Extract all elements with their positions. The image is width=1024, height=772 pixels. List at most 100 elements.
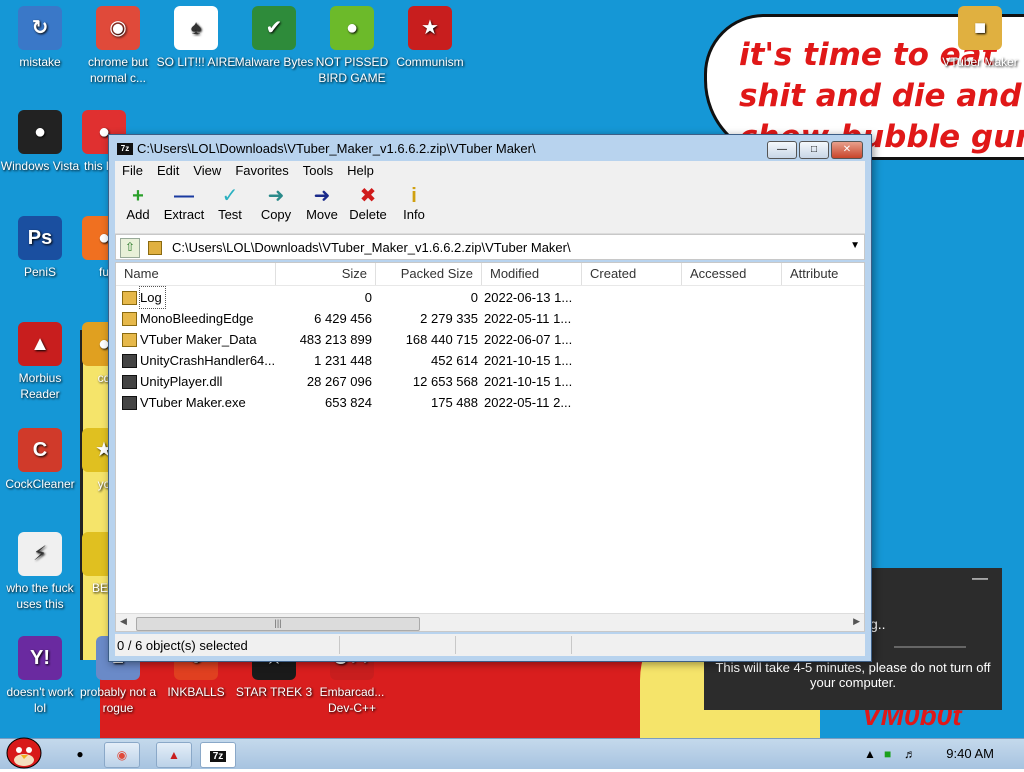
table-row[interactable]: UnityPlayer.dll 28 267 096 12 653 568 2021-… xyxy=(116,371,864,392)
info-icon: i xyxy=(411,185,417,207)
file-size: 653 824 xyxy=(325,395,372,410)
column-modified[interactable]: Modified xyxy=(482,263,582,285)
desktop-icon-label: doesn't work lol xyxy=(6,685,74,715)
scroll-left-icon[interactable]: ◀ xyxy=(120,616,127,627)
desktop-icon[interactable]: ■ VTuber Maker xyxy=(940,6,1020,70)
file-packed-size: 452 614 xyxy=(431,353,478,368)
info-button[interactable]: i Info xyxy=(391,185,437,222)
info-label: Info xyxy=(403,207,425,222)
menu-edit[interactable]: Edit xyxy=(150,161,186,180)
column-name[interactable]: Name xyxy=(116,263,276,285)
menu-tools[interactable]: Tools xyxy=(296,161,340,180)
desktop-icon-label: INKBALLS xyxy=(167,685,225,699)
file-modified: 2022-06-07 1... xyxy=(484,332,573,347)
file-modified: 2022-06-13 1... xyxy=(484,290,573,305)
desktop-icon[interactable]: ♠ SO LIT!!! AIRE xyxy=(156,6,236,70)
column-created[interactable]: Created xyxy=(582,263,682,285)
folder-up-icon[interactable]: ⇧ xyxy=(120,238,140,258)
app-icon: Ps xyxy=(18,216,62,260)
start-button[interactable] xyxy=(4,733,44,769)
status-bar: 0 / 6 object(s) selected xyxy=(115,634,865,656)
taskbar-winrar-icon[interactable]: ▲ xyxy=(156,742,192,768)
desktop-icon[interactable]: ◉ chrome but normal c... xyxy=(78,6,158,86)
file-packed-size: 12 653 568 xyxy=(412,374,478,389)
desktop-icon-label: probably not a rogue xyxy=(79,685,157,715)
status-divider xyxy=(339,636,340,654)
column-attributes[interactable]: Attribute xyxy=(782,263,864,285)
minimize-icon[interactable]: — xyxy=(972,570,988,588)
file-name: UnityPlayer.dll xyxy=(140,374,223,389)
column-size[interactable]: Size xyxy=(276,263,376,285)
selection-status: 0 / 6 object(s) selected xyxy=(117,638,248,653)
add-button[interactable]: + Add xyxy=(115,185,161,222)
menu-favorites[interactable]: Favorites xyxy=(228,161,295,180)
test-label: Test xyxy=(218,207,242,222)
extract-button[interactable]: — Extract xyxy=(161,185,207,222)
minimize-button[interactable]: — xyxy=(767,141,797,159)
7zip-app-icon: 7z xyxy=(117,143,133,155)
show-hidden-icons-icon[interactable]: ▲ xyxy=(864,747,876,761)
file-list: Name Size Packed Size Modified Created A… xyxy=(115,262,865,632)
table-row[interactable]: VTuber Maker_Data 483 213 899 168 440 715 2… xyxy=(116,329,864,350)
file-name: VTuber Maker_Data xyxy=(140,332,257,347)
toolbar: + Add — Extract ✓ Test ➜ Copy ➜ Move ✖ D… xyxy=(115,181,865,234)
desktop-icon[interactable]: ● NOT PISSED BIRD GAME xyxy=(312,6,392,86)
menu-file[interactable]: File xyxy=(115,161,150,180)
desktop-icon-label: NOT PISSED BIRD GAME xyxy=(315,55,389,85)
scroll-thumb[interactable]: ||| xyxy=(136,617,420,631)
status-divider xyxy=(571,636,572,654)
folder-icon xyxy=(122,291,137,305)
status-divider xyxy=(455,636,456,654)
file-icon xyxy=(122,396,137,410)
desktop-icon[interactable]: Y! doesn't work lol xyxy=(0,636,80,716)
test-button[interactable]: ✓ Test xyxy=(207,185,253,222)
volume-icon[interactable]: ♬ xyxy=(904,747,916,761)
taskbar-chrome-icon[interactable]: ◉ xyxy=(104,742,140,768)
app-icon: ✔ xyxy=(252,6,296,50)
move-icon: ➜ xyxy=(313,185,331,207)
7zip-window: 7z C:\Users\LOL\Downloads\VTuber_Maker_v… xyxy=(108,134,872,662)
address-bar[interactable]: ⇧ C:\Users\LOL\Downloads\VTuber_Maker_v1… xyxy=(115,234,865,260)
menu-help[interactable]: Help xyxy=(340,161,381,180)
app-icon: C xyxy=(18,428,62,472)
file-size: 0 xyxy=(364,290,372,305)
desktop-icon[interactable]: ★ Communism xyxy=(390,6,470,70)
app-icon: ↻ xyxy=(18,6,62,50)
delete-button[interactable]: ✖ Delete xyxy=(345,185,391,222)
app-icon: ▲ xyxy=(18,322,62,366)
horizontal-scrollbar[interactable]: ◀ ||| ▶ xyxy=(116,613,864,631)
column-accessed[interactable]: Accessed xyxy=(682,263,782,285)
taskbar-7zip-icon[interactable]: 7z xyxy=(200,742,236,768)
desktop-icon[interactable]: ✔ Malware Bytes xyxy=(234,6,314,70)
desktop-icon-label: Malware Bytes xyxy=(234,55,314,69)
notification-partial-text: g.. xyxy=(870,616,886,632)
column-packed-size[interactable]: Packed Size xyxy=(376,263,482,285)
close-button[interactable]: ✕ xyxy=(831,141,863,159)
maximize-button[interactable]: □ xyxy=(799,141,829,159)
extract-label: Extract xyxy=(163,207,205,222)
delete-icon: ✖ xyxy=(359,185,377,207)
desktop-icon-label: VTuber Maker xyxy=(942,55,1018,69)
clock[interactable]: 9:40 AM xyxy=(946,746,994,761)
network-icon[interactable]: ■ xyxy=(884,747,891,761)
address-path[interactable]: C:\Users\LOL\Downloads\VTuber_Maker_v1.6… xyxy=(172,240,571,255)
menu-view[interactable]: View xyxy=(186,161,228,180)
folder-icon xyxy=(122,312,137,326)
table-row[interactable]: Log 0 0 2022-06-13 1... xyxy=(116,286,864,309)
system-tray: ▲ ■ ♬ 9:40 AM xyxy=(854,739,1024,769)
app-icon: Y! xyxy=(18,636,62,680)
chevron-down-icon[interactable]: ▼ xyxy=(850,240,860,251)
desktop-icon[interactable]: ↻ mistake xyxy=(0,6,80,70)
app-icon: ◉ xyxy=(96,6,140,50)
scroll-right-icon[interactable]: ▶ xyxy=(853,616,860,627)
copy-button[interactable]: ➜ Copy xyxy=(253,185,299,222)
table-row[interactable]: UnityCrashHandler64.... 1 231 448 452 614 2… xyxy=(116,350,864,371)
file-name: MonoBleedingEdge xyxy=(140,311,254,326)
table-row[interactable]: MonoBleedingEdge 6 429 456 2 279 335 2022-0… xyxy=(116,308,864,329)
table-row[interactable]: VTuber Maker.exe 653 824 175 488 2022-05-11… xyxy=(116,392,864,413)
column-header-row: Name Size Packed Size Modified Created A… xyxy=(116,263,864,286)
move-button[interactable]: ➜ Move xyxy=(299,185,345,222)
title-bar[interactable]: 7z C:\Users\LOL\Downloads\VTuber_Maker_v… xyxy=(109,135,871,161)
app-icon: ★ xyxy=(408,6,452,50)
taskbar-explorer-icon[interactable]: ● xyxy=(64,742,96,766)
